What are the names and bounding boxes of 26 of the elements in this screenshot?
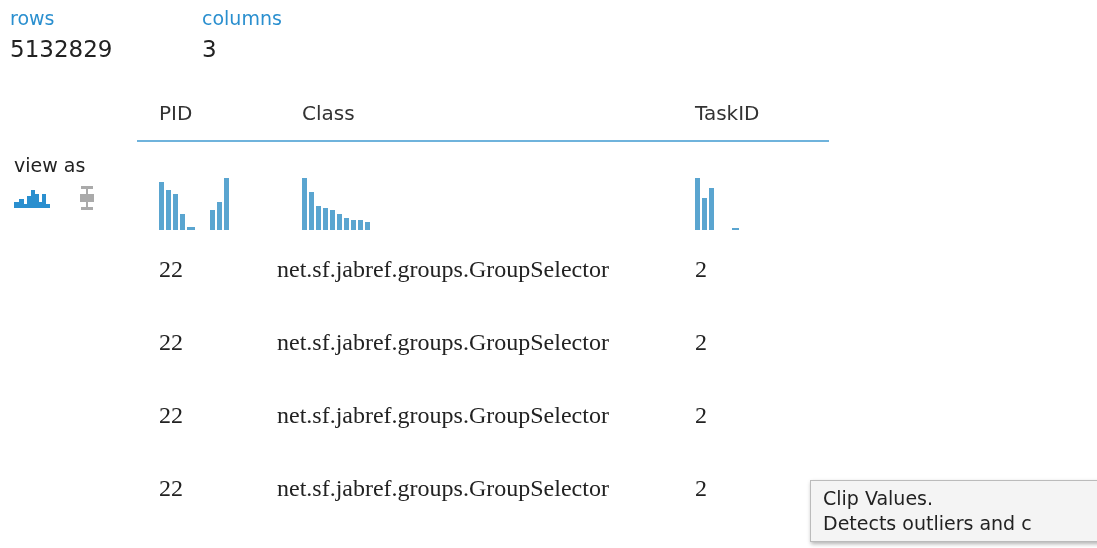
table-cell-text: net.sf.jabref.groups.GroupSelector	[277, 473, 610, 503]
table-cell: 2	[695, 474, 707, 501]
table-cell: 2	[695, 328, 707, 355]
stat-label: rows	[10, 6, 56, 31]
view-as-label: view as	[14, 153, 87, 178]
stat-label: columns	[202, 6, 283, 31]
stat-value: 5132829	[10, 35, 114, 64]
table-cell-text: net.sf.jabref.groups.GroupSelector	[277, 327, 610, 357]
histogram-drawing	[302, 176, 372, 230]
table-cell: 22	[159, 328, 183, 355]
table-cell: 2	[695, 255, 707, 282]
table-cell: 22	[159, 474, 183, 501]
histogram-drawing	[695, 176, 739, 230]
histogram-drawing	[159, 176, 231, 230]
table-cell: 22	[159, 401, 183, 428]
table-cell-text: net.sf.jabref.groups.GroupSelector	[277, 400, 610, 430]
column-header[interactable]: PID	[137, 98, 279, 128]
tooltip-title: Clip Values.	[823, 486, 935, 511]
table-cell-text: net.sf.jabref.groups.GroupSelector	[277, 254, 610, 284]
column-header[interactable]: TaskID	[685, 98, 829, 128]
table-cell: 2	[695, 401, 707, 428]
table-cell: 22	[159, 255, 183, 282]
column-header[interactable]: Class	[279, 98, 685, 128]
stat-value: 3	[202, 35, 218, 64]
box-plot-icon[interactable]	[78, 185, 96, 210]
tooltip-text: Detects outliers and c	[823, 511, 1033, 536]
